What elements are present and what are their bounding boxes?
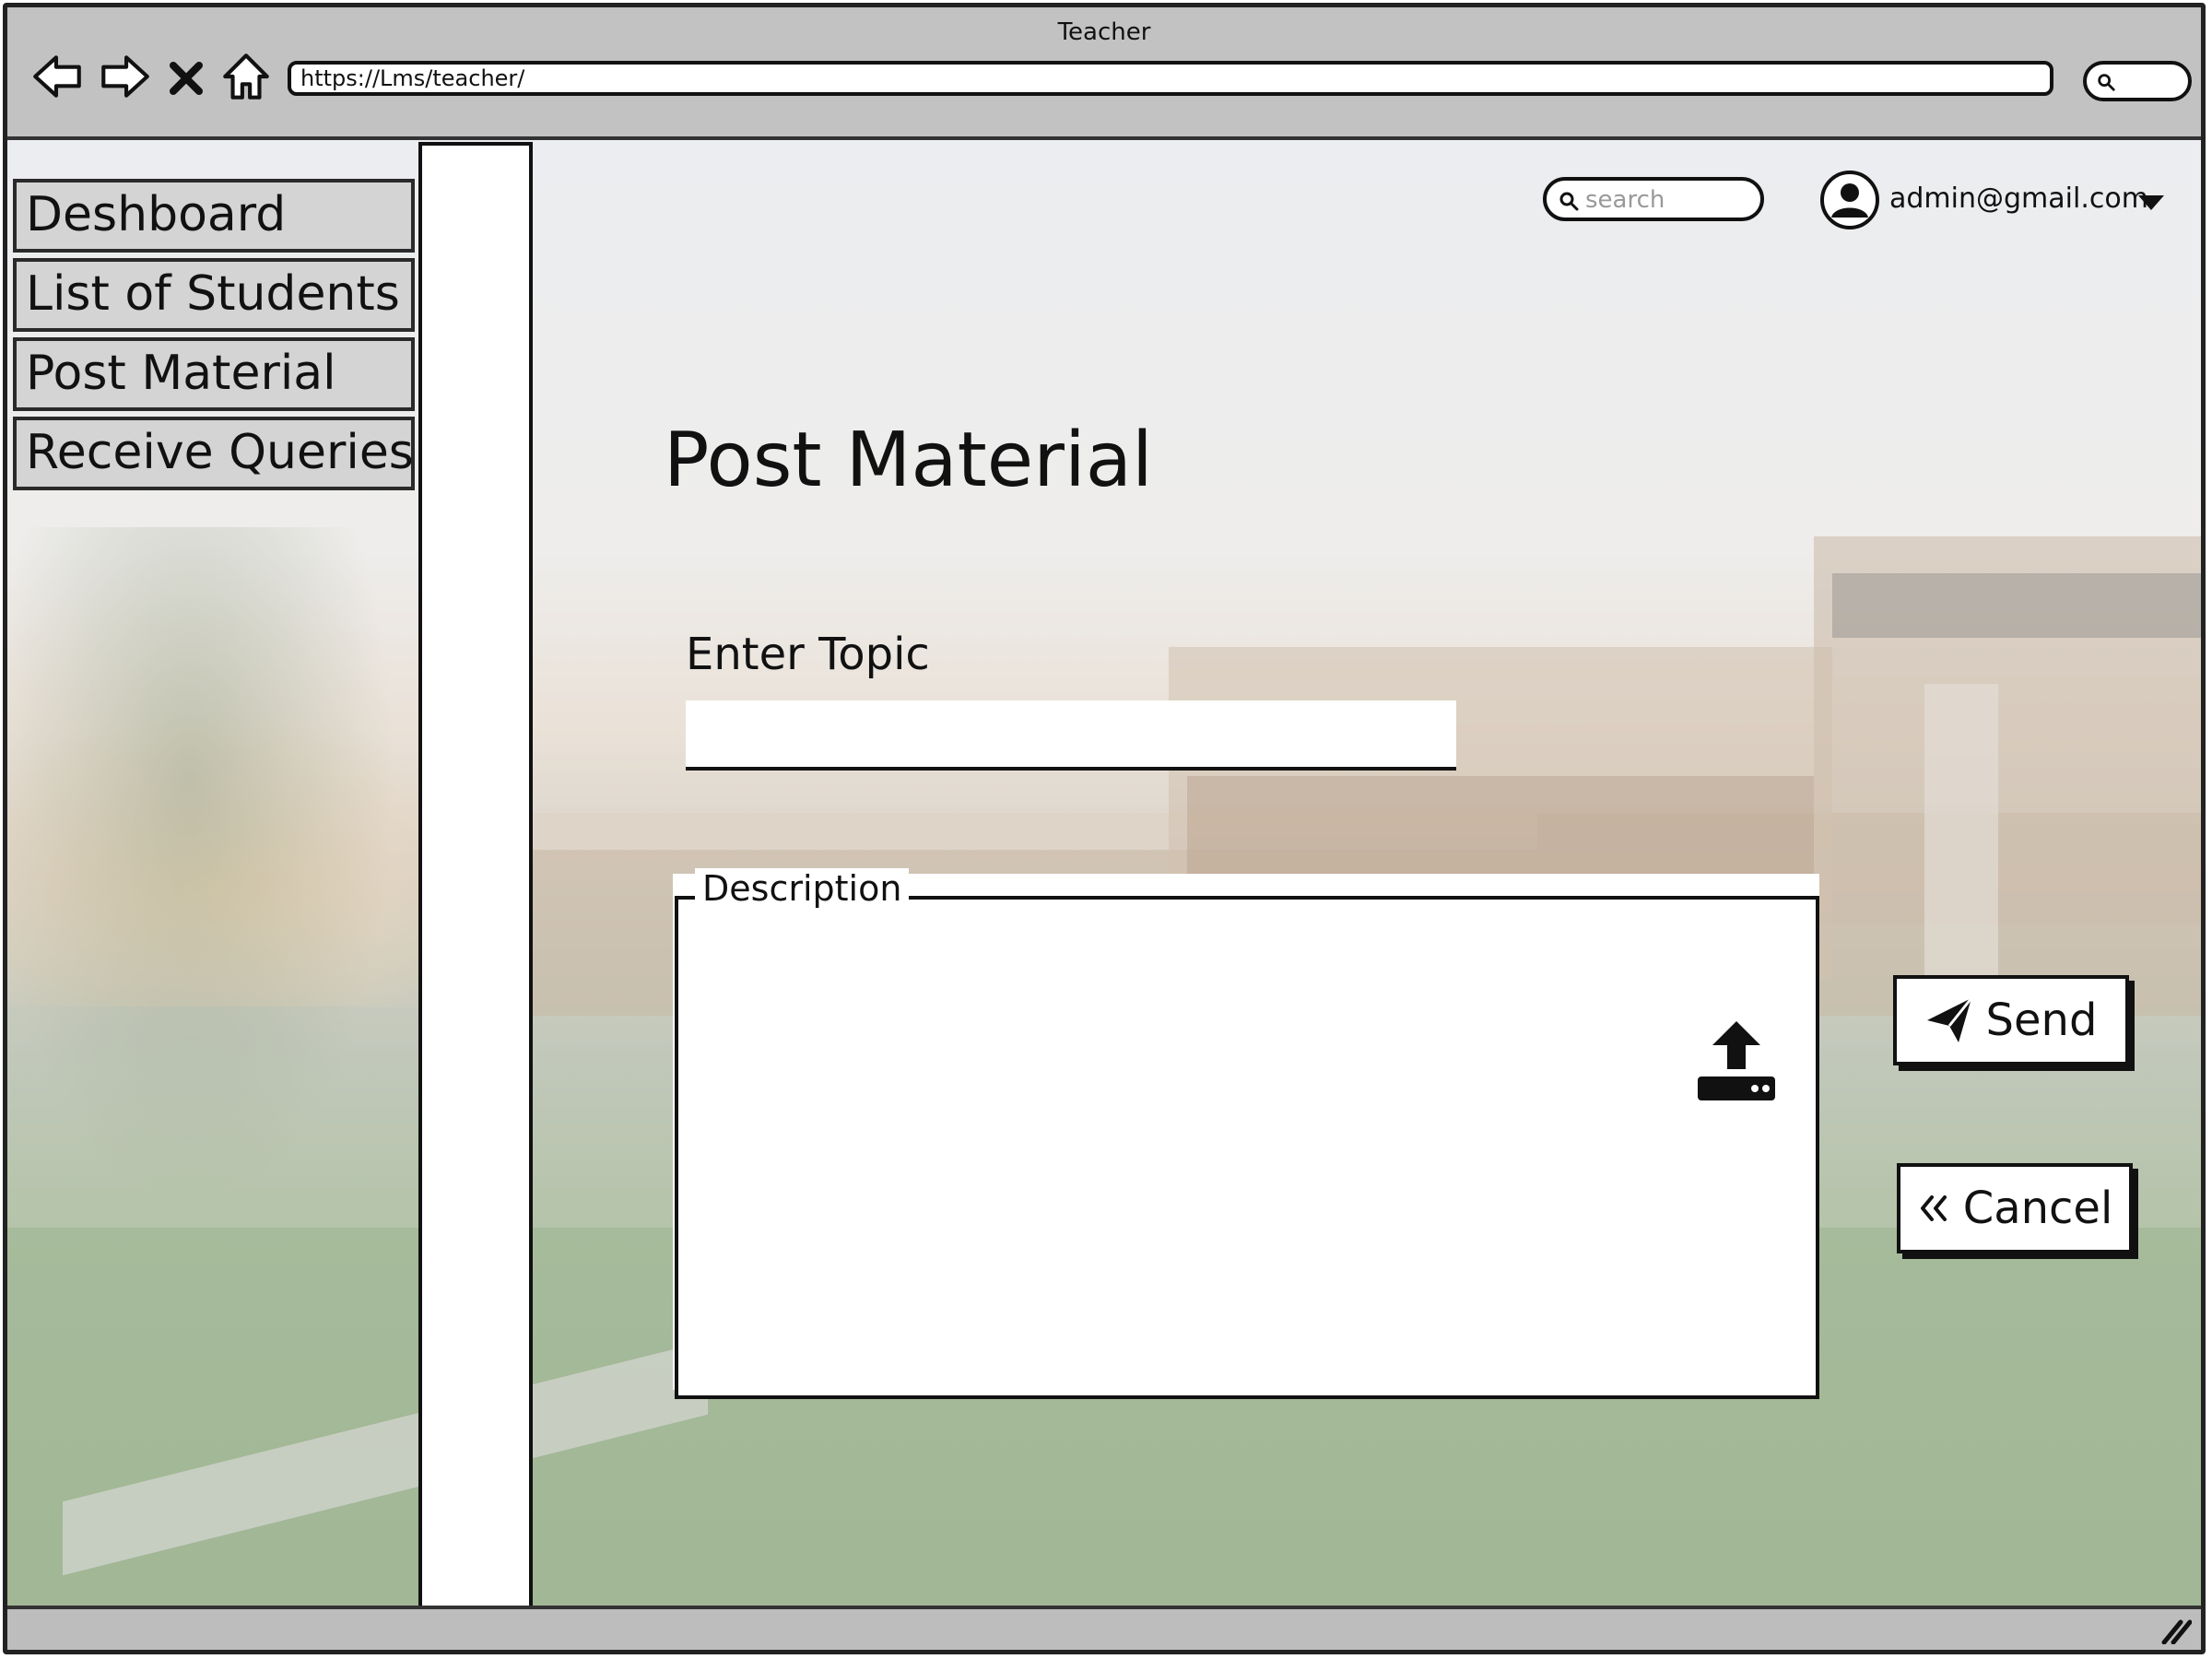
- forward-icon[interactable]: [96, 48, 153, 105]
- page-title: Post Material: [664, 417, 1153, 504]
- cancel-button[interactable]: Cancel: [1897, 1163, 2133, 1253]
- search-icon: [2098, 74, 2115, 91]
- close-icon[interactable]: [164, 48, 208, 105]
- caret-down-icon[interactable]: [2136, 192, 2166, 212]
- home-icon[interactable]: [218, 48, 275, 105]
- browser-search-box[interactable]: [2083, 61, 2192, 101]
- search-icon: [1559, 192, 1579, 211]
- browser-window: Teacher https://Lms/teacher/ Deshboard L…: [3, 3, 2206, 1654]
- resize-grip-icon[interactable]: [2160, 1617, 2193, 1645]
- browser-toolbar: Teacher https://Lms/teacher/: [7, 7, 2201, 140]
- sidebar-item-list-of-students[interactable]: List of Students: [13, 258, 415, 332]
- upload-icon[interactable]: [1694, 1018, 1779, 1102]
- topic-label: Enter Topic: [686, 629, 930, 680]
- user-email[interactable]: admin@gmail.com: [1889, 182, 2148, 215]
- description-textarea[interactable]: [689, 924, 1688, 1379]
- search-input[interactable]: [1583, 184, 1753, 216]
- status-bar: [7, 1606, 2201, 1650]
- sidebar-item-receive-queries[interactable]: Receive Queries: [13, 417, 415, 490]
- sidebar-item-post-material[interactable]: Post Material: [13, 337, 415, 411]
- sidebar-item-dashboard[interactable]: Deshboard: [13, 179, 415, 253]
- address-bar[interactable]: https://Lms/teacher/: [288, 61, 2053, 96]
- back-icon[interactable]: [29, 48, 87, 105]
- send-button[interactable]: Send: [1893, 975, 2129, 1065]
- window-title: Teacher: [1057, 18, 1151, 46]
- double-chevron-left-icon: [1920, 1195, 1947, 1221]
- content-area: Deshboard List of Students Post Material…: [7, 140, 2201, 1613]
- topic-input[interactable]: [686, 700, 1456, 771]
- send-label: Send: [1985, 994, 2098, 1046]
- sidebar-scroll-panel[interactable]: [418, 142, 533, 1611]
- description-label: Description: [695, 868, 910, 909]
- header-search-box[interactable]: [1543, 177, 1764, 221]
- user-avatar-icon[interactable]: [1819, 170, 1880, 230]
- paper-plane-icon: [1926, 997, 1972, 1042]
- cancel-label: Cancel: [1962, 1182, 2113, 1234]
